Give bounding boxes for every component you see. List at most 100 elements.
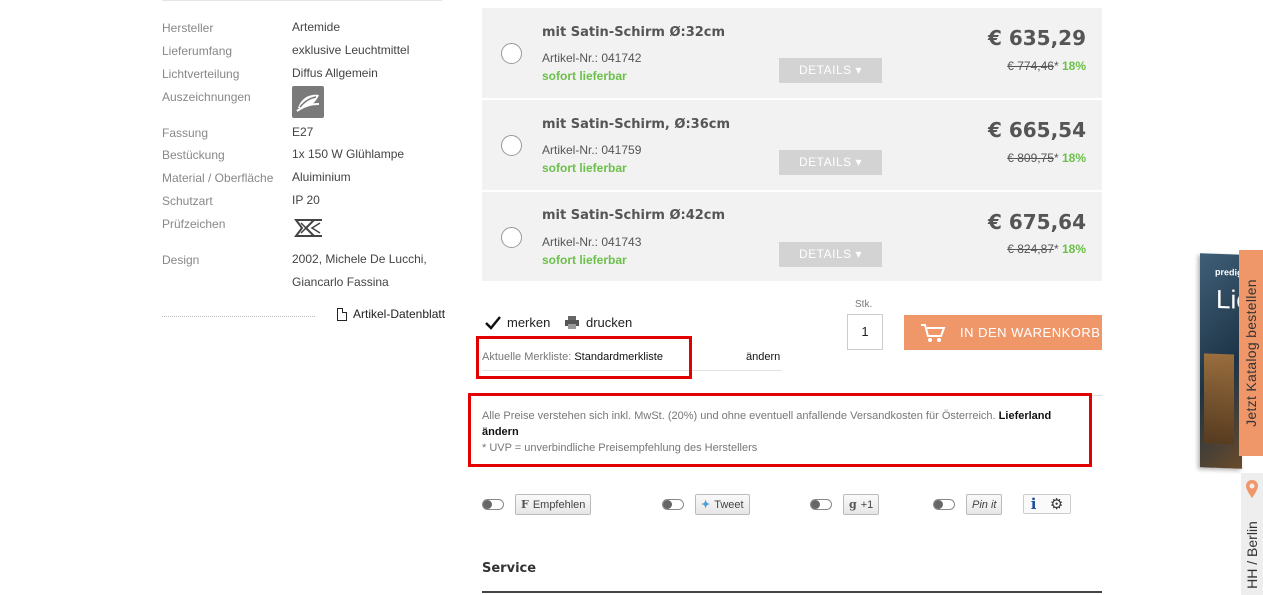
printer-icon — [565, 316, 579, 329]
details-label: DETAILS — [799, 155, 852, 169]
google-plus-button[interactable]: g +1 — [843, 494, 880, 515]
variant-name: mit Satin-Schirm Ø:32cm — [542, 25, 726, 40]
spec-value: IP 20 — [292, 193, 320, 207]
spec-value: 1x 150 W Glühlampe — [292, 147, 405, 161]
spec-value: exklusive Leuchtmittel — [292, 43, 410, 57]
variant-radio[interactable] — [501, 135, 522, 156]
variant-row[interactable]: mit Satin-Schirm Ø:42cm Artikel-Nr.: 041… — [482, 192, 1102, 281]
info-icon[interactable]: i — [1031, 495, 1037, 513]
variant-article-number: Artikel-Nr.: 041759 — [542, 143, 642, 157]
facebook-label: Empfehlen — [532, 498, 586, 511]
spec-label: Prüfzeichen — [162, 217, 226, 231]
quantity-input[interactable]: 1 — [847, 314, 883, 350]
variant-uvp: € 824,87* 18% — [1007, 242, 1086, 256]
spec-value: Diffus Allgemein — [292, 66, 378, 80]
highlight-box-price-info — [468, 393, 1092, 467]
add-to-cart-button[interactable]: IN DEN WARENKORB — [904, 315, 1102, 350]
document-icon — [337, 307, 347, 321]
catalog-cover-image[interactable]: predig Lic — [1200, 253, 1242, 469]
twitter-share-button[interactable]: ✦ Tweet — [695, 494, 750, 515]
drucken-label: drucken — [586, 315, 633, 330]
variant-price: € 635,29 — [987, 26, 1086, 50]
pinterest-button[interactable]: Pin it — [966, 494, 1003, 515]
merken-label: merken — [507, 315, 551, 330]
datasheet-link[interactable]: Artikel-Datenblatt — [337, 307, 445, 321]
order-catalog-tab[interactable]: Jetzt Katalog bestellen — [1239, 250, 1263, 456]
uvp-star: * — [1053, 151, 1059, 165]
caret-down-icon: ▾ — [855, 247, 862, 261]
gear-icon[interactable]: ⚙ — [1050, 495, 1063, 513]
social-settings[interactable]: i ⚙ — [1023, 494, 1071, 514]
drucken-button[interactable]: drucken — [564, 315, 632, 330]
spec-value: 2002, Michele De Lucchi, — [292, 252, 427, 266]
google-toggle[interactable] — [810, 499, 832, 510]
pinterest-toggle[interactable] — [933, 499, 955, 510]
location-pin-icon — [1246, 480, 1258, 498]
variant-name: mit Satin-Schirm, Ø:36cm — [542, 117, 730, 132]
details-button[interactable]: DETAILS ▾ — [779, 58, 882, 83]
google-icon: g — [849, 498, 857, 511]
details-label: DETAILS — [799, 63, 852, 77]
facebook-toggle[interactable] — [482, 499, 504, 510]
twitter-bird-icon: ✦ — [701, 498, 711, 511]
caret-down-icon: ▾ — [855, 63, 862, 77]
variant-row[interactable]: mit Satin-Schirm Ø:32cm Artikel-Nr.: 041… — [482, 8, 1102, 98]
dotted-divider — [162, 316, 315, 317]
add-to-cart-label: IN DEN WARENKORB — [960, 325, 1101, 340]
variant-price: € 675,64 — [987, 210, 1086, 234]
spec-label: Material / Oberfläche — [162, 171, 274, 185]
facebook-share-button[interactable]: F Empfehlen — [515, 494, 592, 515]
variant-uvp: € 774,46* 18% — [1007, 59, 1086, 73]
spec-label: Fassung — [162, 126, 209, 140]
uvp-old-price: € 824,87 — [1007, 242, 1054, 256]
spec-label: Hersteller — [162, 21, 214, 35]
spec-label: Schutzart — [162, 194, 213, 208]
spec-value: Aluiminium — [292, 170, 351, 184]
details-label: DETAILS — [799, 247, 852, 261]
variant-radio[interactable] — [501, 227, 522, 248]
spec-value: Artemide — [292, 20, 341, 34]
twitter-toggle[interactable] — [662, 499, 684, 510]
spec-label: Lichtverteilung — [162, 67, 240, 81]
highlight-box-wishlist — [476, 336, 692, 379]
store-location-tab[interactable]: HH / Berlin — [1241, 473, 1263, 595]
order-catalog-label: Jetzt Katalog bestellen — [1243, 279, 1259, 427]
variant-row[interactable]: mit Satin-Schirm, Ø:36cm Artikel-Nr.: 04… — [482, 100, 1102, 190]
variant-stock-status: sofort lieferbar — [542, 69, 627, 83]
spec-value-continued: Giancarlo Fassina — [292, 275, 389, 289]
facebook-icon: F — [521, 498, 529, 511]
eco-leaf-icon — [292, 86, 324, 118]
quantity-label: Stk. — [855, 299, 873, 310]
change-wishlist-link[interactable]: ändern — [746, 351, 780, 363]
uvp-old-price: € 809,75 — [1007, 151, 1054, 165]
checkmark-icon — [485, 315, 501, 330]
merken-button[interactable]: merken — [485, 315, 550, 330]
service-divider — [482, 591, 1102, 593]
variant-stock-status: sofort lieferbar — [542, 253, 627, 267]
pinterest-label: Pin it — [972, 498, 997, 511]
details-button[interactable]: DETAILS ▾ — [779, 150, 882, 175]
discount-percent: 18% — [1061, 59, 1086, 73]
cart-icon — [921, 323, 946, 342]
variant-article-number: Artikel-Nr.: 041742 — [542, 51, 642, 65]
variant-uvp: € 809,75* 18% — [1007, 151, 1086, 165]
catalog-cover-photo — [1204, 353, 1234, 445]
variant-price: € 665,54 — [987, 118, 1086, 142]
spec-label: Design — [162, 253, 200, 267]
variant-article-number: Artikel-Nr.: 041743 — [542, 235, 642, 249]
caret-down-icon: ▾ — [855, 155, 862, 169]
twitter-label: Tweet — [714, 498, 744, 511]
top-divider — [162, 0, 442, 1]
variant-radio[interactable] — [501, 43, 522, 64]
catalog-cover-brand: predig — [1215, 266, 1242, 278]
discount-percent: 18% — [1061, 151, 1086, 165]
spec-label: Auszeichnungen — [162, 90, 251, 104]
spec-label: Lieferumfang — [162, 44, 233, 58]
google-label: +1 — [860, 498, 874, 511]
store-location-label: HH / Berlin — [1244, 521, 1260, 589]
details-button[interactable]: DETAILS ▾ — [779, 242, 882, 267]
ce-mark-icon — [292, 217, 324, 239]
uvp-old-price: € 774,46 — [1007, 59, 1054, 73]
service-heading: Service — [482, 561, 537, 576]
spec-value: E27 — [292, 125, 314, 139]
